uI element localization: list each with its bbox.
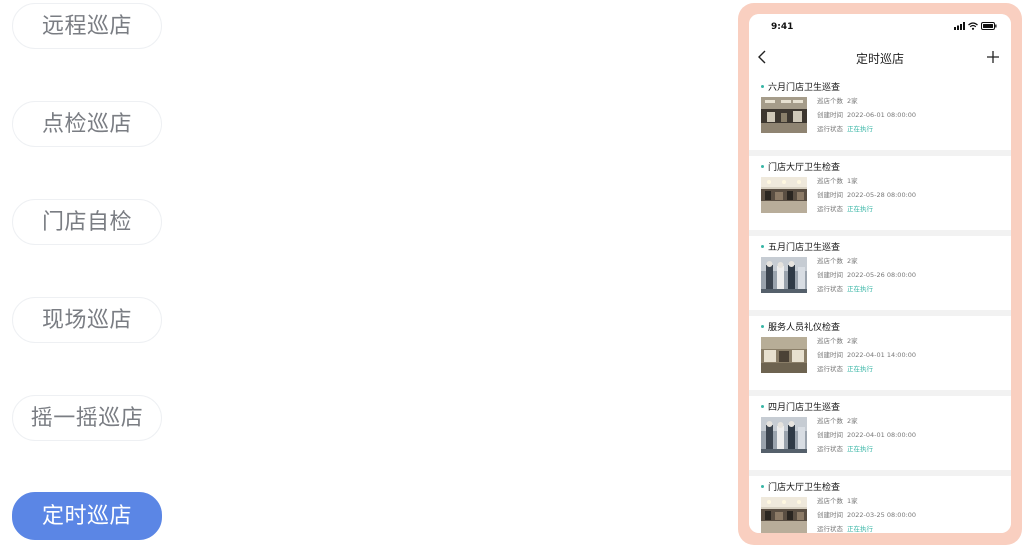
task-title: 五月门店卫生巡查 [768, 243, 841, 253]
store-count-value: 1家 [847, 497, 858, 505]
created-time-label: 创建时间 [817, 111, 843, 119]
created-time-label: 创建时间 [817, 351, 843, 359]
task-card[interactable]: 四月门店卫生巡查 巡店个数 2家 创建时间 2022-04-01 08:00:0… [749, 396, 1011, 470]
run-status-label: 运行状态 [817, 365, 843, 373]
store-count-value: 2家 [847, 337, 858, 345]
task-title: 四月门店卫生巡查 [768, 403, 841, 413]
created-time-value: 2022-03-25 08:00:00 [847, 511, 917, 519]
task-card[interactable]: 门店大厅卫生检查 [749, 156, 1011, 230]
task-title: 六月门店卫生巡查 [768, 83, 841, 93]
run-status-label: 运行状态 [817, 285, 843, 293]
run-status-label: 运行状态 [817, 125, 843, 133]
task-title: 服务人员礼仪检查 [768, 323, 841, 333]
task-title: 门店大厅卫生检查 [768, 483, 841, 493]
phone-screen: 9:41 定时巡店 六月门店卫生巡查 巡店个数 2家 创建时间 2022-06-… [749, 14, 1011, 533]
menu-item-scheduled-inspection[interactable]: 定时巡店 [12, 492, 162, 540]
task-card[interactable]: 服务人员礼仪检查 巡店个数 2家 创建时间 2022-04-01 14:00:00 [749, 316, 1011, 390]
store-count-label: 巡店个数 [817, 497, 843, 505]
store-photo-thumbnail [761, 257, 807, 293]
store-count-value: 2家 [847, 417, 858, 425]
created-time-value: 2022-05-28 08:00:00 [847, 191, 917, 199]
run-status-value: 正在执行 [847, 205, 873, 213]
store-count-value: 1家 [847, 177, 858, 185]
store-photo-thumbnail [761, 497, 807, 533]
wifi-icon [968, 22, 978, 30]
store-count-label: 巡店个数 [817, 257, 843, 265]
status-bar: 9:41 [749, 14, 1011, 40]
bullet-icon [761, 485, 764, 488]
created-time-label: 创建时间 [817, 511, 843, 519]
created-time-label: 创建时间 [817, 191, 843, 199]
created-time-value: 2022-06-01 08:00:00 [847, 111, 917, 119]
store-count-label: 巡店个数 [817, 177, 843, 185]
created-time-value: 2022-04-01 08:00:00 [847, 431, 917, 439]
bullet-icon [761, 165, 764, 168]
bullet-icon [761, 85, 764, 88]
signal-icon [954, 22, 965, 30]
run-status-label: 运行状态 [817, 205, 843, 213]
menu-item-shake-inspection[interactable]: 摇一摇巡店 [12, 395, 162, 441]
store-photo-thumbnail [761, 97, 807, 133]
run-status-value: 正在执行 [847, 525, 873, 533]
menu-item-remote-inspection[interactable]: 远程巡店 [12, 3, 162, 49]
task-title: 门店大厅卫生检查 [768, 163, 841, 173]
run-status-label: 运行状态 [817, 445, 843, 453]
menu-item-spot-check-inspection[interactable]: 点检巡店 [12, 101, 162, 147]
created-time-label: 创建时间 [817, 271, 843, 279]
run-status-label: 运行状态 [817, 525, 843, 533]
task-card[interactable]: 六月门店卫生巡查 巡店个数 2家 创建时间 2022-06-01 08:00:0… [749, 76, 1011, 150]
created-time-value: 2022-04-01 14:00:00 [847, 351, 917, 359]
run-status-value: 正在执行 [847, 365, 873, 373]
run-status-value: 正在执行 [847, 445, 873, 453]
page-title: 定时巡店 [855, 52, 904, 66]
phone-mockup: 9:41 定时巡店 六月门店卫生巡查 巡店个数 2家 创建时间 2022-06-… [738, 3, 1022, 545]
nav-bar: 定时巡店 [749, 40, 1011, 76]
store-count-value: 2家 [847, 257, 858, 265]
created-time-label: 创建时间 [817, 431, 843, 439]
bullet-icon [761, 405, 764, 408]
status-time: 9:41 [771, 22, 794, 32]
battery-icon [981, 22, 997, 30]
created-time-value: 2022-05-26 08:00:00 [847, 271, 917, 279]
task-card[interactable]: 五月门店卫生巡查 巡店个数 2家 创建时间 2022-05-26 08:00:0… [749, 236, 1011, 310]
task-card[interactable]: 门店大厅卫生检查 [749, 476, 1011, 533]
menu-item-onsite-inspection[interactable]: 现场巡店 [12, 297, 162, 343]
bullet-icon [761, 325, 764, 328]
menu-item-store-self-check[interactable]: 门店自检 [12, 199, 162, 245]
bullet-icon [761, 245, 764, 248]
store-photo-thumbnail [761, 417, 807, 453]
add-icon[interactable] [983, 46, 1003, 68]
store-count-value: 2家 [847, 97, 858, 105]
store-count-label: 巡店个数 [817, 97, 843, 105]
store-count-label: 巡店个数 [817, 337, 843, 345]
store-count-label: 巡店个数 [817, 417, 843, 425]
store-photo-thumbnail [761, 337, 807, 373]
store-photo-thumbnail [761, 177, 807, 213]
run-status-value: 正在执行 [847, 285, 873, 293]
run-status-value: 正在执行 [847, 125, 873, 133]
